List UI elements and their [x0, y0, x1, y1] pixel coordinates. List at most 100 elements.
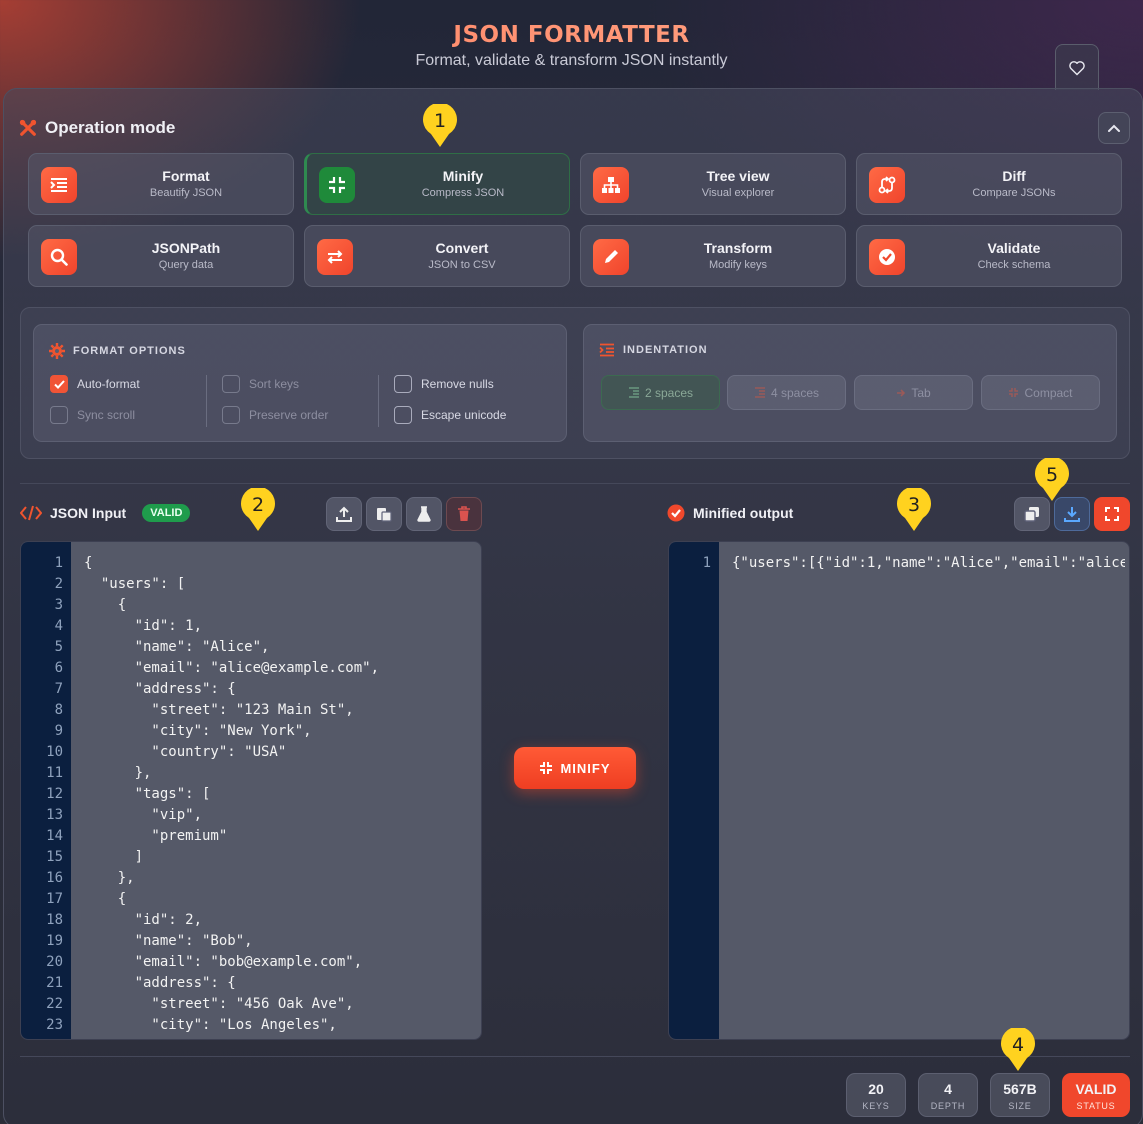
mode-tree-view[interactable]: Tree view Visual explorer — [580, 153, 846, 215]
mode-sub: Visual explorer — [701, 187, 775, 199]
line-number: 4 — [54, 618, 63, 634]
output-editor[interactable]: 1 {"users":[{"id":1,"name":"Alice","emai… — [668, 541, 1130, 1040]
sample-button[interactable] — [406, 497, 442, 531]
output-title: Minified output — [693, 505, 794, 521]
option-label: Preserve order — [249, 408, 329, 422]
option-label: Escape unicode — [421, 408, 507, 422]
code-line: "users": [ — [84, 576, 186, 592]
option-escape-unicode[interactable]: Escape unicode — [394, 406, 506, 424]
divider — [20, 483, 1130, 484]
stat-size: 567B SIZE — [990, 1073, 1050, 1117]
paste-icon — [377, 508, 392, 522]
favorite-button[interactable] — [1055, 44, 1099, 90]
check-icon — [53, 379, 65, 389]
mode-label: Transform — [703, 240, 773, 256]
mode-label: Tree view — [706, 168, 770, 184]
mode-label: Minify — [442, 168, 484, 184]
mode-label: Convert — [435, 240, 489, 256]
callout-number: 2 — [251, 494, 265, 516]
checkbox[interactable] — [394, 375, 412, 393]
collapse-button[interactable] — [1098, 112, 1130, 144]
mode-convert[interactable]: Convert JSON to CSV — [304, 225, 570, 287]
upload-icon — [336, 506, 352, 522]
indent-2-spaces[interactable]: 2 spaces — [601, 375, 720, 410]
line-number: 19 — [46, 933, 63, 949]
upload-button[interactable] — [326, 497, 362, 531]
pencil-icon — [593, 239, 629, 275]
input-line-numbers: 1 2 3 4 5 6 7 8 9 10 11 12 13 14 15 16 17 18 19 20 21 22 23 — [21, 542, 71, 1039]
indentation-header: INDENTATION — [599, 343, 708, 357]
checkbox-checked[interactable] — [50, 375, 68, 393]
line-number: 5 — [54, 639, 63, 655]
indent-compact[interactable]: Compact — [981, 375, 1100, 410]
mode-label: JSONPath — [151, 240, 221, 256]
code-line: ] — [84, 849, 144, 865]
checkbox[interactable] — [50, 406, 68, 424]
input-editor[interactable]: 1 2 3 4 5 6 7 8 9 10 11 12 13 14 15 16 17 18 19 20 21 22 23 { … — [20, 541, 482, 1040]
mode-grid: Format Beautify JSON Minify Compress JSON … — [28, 153, 1122, 287]
mode-format[interactable]: Format Beautify JSON — [28, 153, 294, 215]
mode-jsonpath[interactable]: JSONPath Query data — [28, 225, 294, 287]
mode-transform[interactable]: Transform Modify keys — [580, 225, 846, 287]
minify-button[interactable]: MINIFY — [514, 747, 636, 789]
output-code[interactable]: {"users":[{"id":1,"name":"Alice","email"… — [732, 553, 1125, 574]
option-label: Auto-format — [77, 377, 140, 391]
callout-marker: 3 — [896, 488, 932, 532]
checkbox[interactable] — [222, 406, 240, 424]
input-header: JSON Input VALID — [20, 504, 191, 522]
copy-button[interactable] — [1014, 497, 1050, 531]
minify-label: MINIFY — [560, 760, 611, 776]
gear-icon — [49, 343, 65, 359]
code-line: "street": "123 Main St", — [84, 702, 354, 718]
app-title: JSON FORMATTER — [0, 22, 1143, 48]
fullscreen-button[interactable] — [1094, 497, 1130, 531]
stat-label: SIZE — [1008, 1101, 1032, 1111]
code-line: "city": "Los Angeles", — [84, 1017, 337, 1033]
callout-number: 5 — [1045, 464, 1059, 486]
indent-icon — [628, 387, 639, 398]
code-line: "street": "456 Oak Ave", — [84, 996, 354, 1012]
line-number: 14 — [46, 828, 63, 844]
mode-minify[interactable]: Minify Compress JSON — [304, 153, 570, 215]
callout-number: 3 — [907, 494, 921, 516]
code-line: }, — [84, 870, 135, 886]
indent-icon — [754, 387, 765, 398]
stat-label: KEYS — [862, 1101, 890, 1111]
code-line: "name": "Bob", — [84, 933, 253, 949]
line-number: 17 — [46, 891, 63, 907]
divider — [378, 375, 379, 427]
option-label: Remove nulls — [421, 377, 494, 391]
code-line: "address": { — [84, 681, 236, 697]
input-code[interactable]: { "users": [ { "id": 1, "name": "Alice",… — [84, 553, 477, 1036]
chevron-up-icon — [1108, 124, 1120, 132]
line-number: 18 — [46, 912, 63, 928]
divider — [206, 375, 207, 427]
output-line-numbers: 1 — [669, 542, 719, 1039]
checkbox[interactable] — [394, 406, 412, 424]
search-icon — [41, 239, 77, 275]
option-preserve-order[interactable]: Preserve order — [222, 406, 328, 424]
indent-label: Compact — [1024, 385, 1073, 400]
indent-tab[interactable]: Tab — [854, 375, 973, 410]
app-subtitle: Format, validate & transform JSON instan… — [415, 52, 728, 69]
line-number: 22 — [46, 996, 63, 1012]
code-line: { — [84, 891, 127, 907]
option-sort-keys[interactable]: Sort keys — [222, 375, 299, 393]
option-remove-nulls[interactable]: Remove nulls — [394, 375, 494, 393]
option-sync-scroll[interactable]: Sync scroll — [50, 406, 135, 424]
paste-button[interactable] — [366, 497, 402, 531]
option-auto-format[interactable]: Auto-format — [50, 375, 140, 393]
mode-label: Diff — [1002, 168, 1026, 184]
mode-diff[interactable]: Diff Compare JSONs — [856, 153, 1122, 215]
mode-validate[interactable]: Validate Check schema — [856, 225, 1122, 287]
flask-icon — [417, 506, 431, 522]
indent-4-spaces[interactable]: 4 spaces — [727, 375, 846, 410]
clear-button[interactable] — [446, 497, 482, 531]
download-button[interactable] — [1054, 497, 1090, 531]
expand-icon — [1105, 507, 1119, 521]
line-number: 16 — [46, 870, 63, 886]
code-line: "id": 1, — [84, 618, 203, 634]
checkbox[interactable] — [222, 375, 240, 393]
code-line: { — [84, 597, 127, 613]
callout-marker: 1 — [422, 104, 458, 148]
